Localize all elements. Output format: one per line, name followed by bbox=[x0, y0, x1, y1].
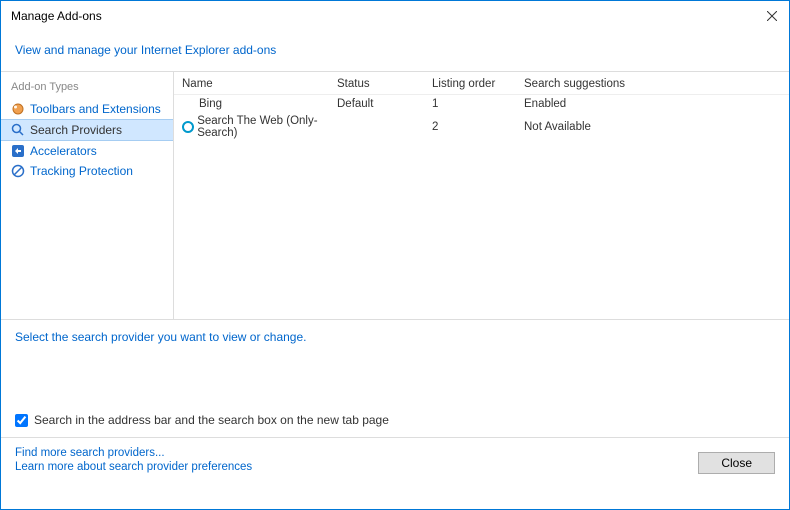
header-area: View and manage your Internet Explorer a… bbox=[1, 31, 789, 71]
search-addressbar-checkbox[interactable] bbox=[15, 414, 28, 427]
instruction-text: Select the search provider you want to v… bbox=[1, 320, 789, 354]
column-header-name[interactable]: Name bbox=[182, 78, 337, 90]
table-row[interactable]: Bing Default 1 Enabled bbox=[174, 95, 789, 113]
close-button[interactable]: Close bbox=[698, 452, 775, 474]
row-order: 1 bbox=[432, 98, 524, 110]
sidebar-item-label: Search Providers bbox=[30, 123, 122, 137]
sidebar-item-search-providers[interactable]: Search Providers bbox=[1, 119, 173, 141]
block-icon bbox=[11, 164, 25, 178]
puzzle-icon bbox=[11, 102, 25, 116]
main-area: Add-on Types Toolbars and Extensions Sea… bbox=[1, 72, 789, 319]
sidebar: Add-on Types Toolbars and Extensions Sea… bbox=[1, 72, 174, 319]
learn-more-link[interactable]: Learn more about search provider prefere… bbox=[15, 461, 252, 473]
checkbox-row: Search in the address bar and the search… bbox=[15, 413, 389, 427]
sidebar-item-label: Tracking Protection bbox=[30, 164, 133, 178]
sidebar-item-accelerators[interactable]: Accelerators bbox=[1, 141, 173, 161]
sidebar-item-label: Toolbars and Extensions bbox=[30, 102, 161, 116]
content-panel: Name Status Listing order Search suggest… bbox=[174, 72, 789, 319]
footer: Find more search providers... Learn more… bbox=[1, 437, 789, 482]
row-suggestions: Not Available bbox=[524, 121, 781, 133]
blank-icon bbox=[182, 97, 196, 111]
sidebar-item-toolbars[interactable]: Toolbars and Extensions bbox=[1, 99, 173, 119]
column-header-status[interactable]: Status bbox=[337, 78, 432, 90]
row-name: Bing bbox=[199, 98, 222, 110]
row-status: Default bbox=[337, 98, 432, 110]
footer-links: Find more search providers... Learn more… bbox=[15, 447, 252, 473]
column-header-suggestions[interactable]: Search suggestions bbox=[524, 78, 781, 90]
accelerator-icon bbox=[11, 144, 25, 158]
row-order: 2 bbox=[432, 121, 524, 133]
window-close-button[interactable] bbox=[763, 7, 781, 25]
window-title: Manage Add-ons bbox=[11, 9, 102, 23]
sidebar-item-tracking-protection[interactable]: Tracking Protection bbox=[1, 161, 173, 181]
checkbox-label: Search in the address bar and the search… bbox=[34, 413, 389, 427]
table-row[interactable]: Search The Web (Only-Search) 2 Not Avail… bbox=[174, 113, 789, 141]
find-more-providers-link[interactable]: Find more search providers... bbox=[15, 447, 252, 459]
bottom-panel: Select the search provider you want to v… bbox=[1, 320, 789, 482]
row-suggestions: Enabled bbox=[524, 98, 781, 110]
table-header: Name Status Listing order Search suggest… bbox=[174, 72, 789, 95]
sidebar-heading: Add-on Types bbox=[1, 78, 173, 99]
sidebar-item-label: Accelerators bbox=[30, 144, 97, 158]
circle-icon bbox=[182, 120, 194, 134]
titlebar: Manage Add-ons bbox=[1, 1, 789, 31]
row-name: Search The Web (Only-Search) bbox=[197, 115, 337, 139]
header-description-link[interactable]: View and manage your Internet Explorer a… bbox=[15, 43, 276, 57]
column-header-order[interactable]: Listing order bbox=[432, 78, 524, 90]
close-icon bbox=[767, 11, 777, 21]
search-icon bbox=[11, 123, 25, 137]
